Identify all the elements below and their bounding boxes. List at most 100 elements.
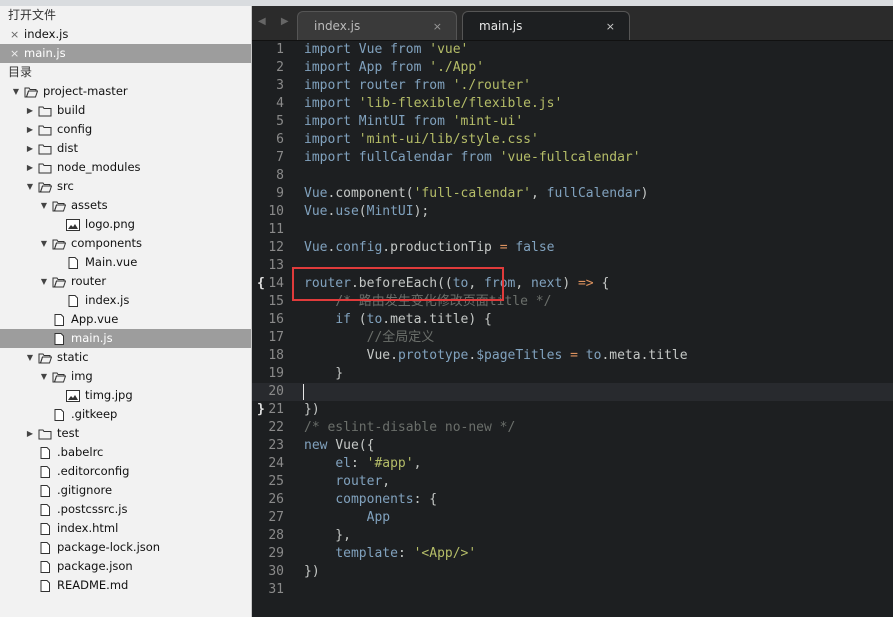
code-line[interactable]: } 21}) xyxy=(252,401,893,419)
tree-file[interactable]: .postcssrc.js xyxy=(0,500,251,519)
tree-file[interactable]: index.html xyxy=(0,519,251,538)
code-token: prototype xyxy=(397,348,469,363)
open-file-item[interactable]: × main.js xyxy=(0,44,251,63)
tree-file[interactable]: main.js xyxy=(0,329,251,348)
tree-file[interactable]: .babelrc xyxy=(0,443,251,462)
code-line[interactable]: 20 xyxy=(252,383,893,401)
code-line[interactable]: 4 import 'lib-flexible/flexible.js' xyxy=(252,95,893,113)
expand-down-icon[interactable]: ▼ xyxy=(24,348,36,367)
code-line[interactable]: 30}) xyxy=(252,563,893,581)
tree-folder[interactable]: ▼ img xyxy=(0,367,251,386)
tree-folder[interactable]: ▼ assets xyxy=(0,196,251,215)
code-line[interactable]: 26 components: { xyxy=(252,491,893,509)
tree-folder[interactable]: ▼ static xyxy=(0,348,251,367)
code-token: => xyxy=(577,276,602,291)
expand-down-icon[interactable]: ▼ xyxy=(38,367,50,386)
tree-file[interactable]: Main.vue xyxy=(0,253,251,272)
code-line[interactable]: 7 import fullCalendar from 'vue-fullcalen… xyxy=(252,149,893,167)
expand-down-icon[interactable]: ▼ xyxy=(38,234,50,253)
code-text: router.beforeEach((to, from, next) => { xyxy=(304,275,609,293)
code-line[interactable]: 2 import App from './App' xyxy=(252,59,893,77)
tree-file[interactable]: timg.jpg xyxy=(0,386,251,405)
open-file-item[interactable]: × index.js xyxy=(0,25,251,44)
code-line[interactable]: 8 xyxy=(252,167,893,185)
folder-open-icon xyxy=(52,238,66,250)
tree-file[interactable]: index.js xyxy=(0,291,251,310)
close-icon[interactable]: × xyxy=(10,44,24,63)
code-token: = xyxy=(570,348,586,363)
code-line[interactable]: 11 xyxy=(252,221,893,239)
folder-open-icon xyxy=(52,371,66,383)
code-area[interactable]: 1 import Vue from 'vue' 2 import App from '… xyxy=(252,41,893,599)
code-token: fullCalendar xyxy=(358,150,461,165)
code-line[interactable]: 23 new Vue({ xyxy=(252,437,893,455)
code-line[interactable]: 16 if (to.meta.title) { xyxy=(252,311,893,329)
code-token: $pageTitles xyxy=(476,348,571,363)
tree-file[interactable]: package-lock.json xyxy=(0,538,251,557)
tree-file[interactable]: .editorconfig xyxy=(0,462,251,481)
tree-file[interactable]: README.md xyxy=(0,576,251,595)
code-line[interactable]: 15 /* 路由发生变化修改页面title */ xyxy=(252,293,893,311)
code-text: //全局定义 xyxy=(304,329,435,347)
code-line[interactable]: 9 Vue.component('full-calendar', fullCale… xyxy=(252,185,893,203)
tree-item-label: package.json xyxy=(57,559,133,573)
folder-icon xyxy=(38,428,52,440)
code-line[interactable]: 17 //全局定义 xyxy=(252,329,893,347)
code-line[interactable]: 6 import 'mint-ui/lib/style.css' xyxy=(252,131,893,149)
code-line[interactable]: 10 Vue.use(MintUI); xyxy=(252,203,893,221)
code-line[interactable]: 31 xyxy=(252,581,893,599)
code-line[interactable]: 13 xyxy=(252,257,893,275)
expand-down-icon[interactable]: ▼ xyxy=(10,82,22,101)
code-line[interactable]: 22 /* eslint-disable no-new */ xyxy=(252,419,893,437)
code-line[interactable]: 25 router, xyxy=(252,473,893,491)
expand-right-icon[interactable]: ▶ xyxy=(24,158,36,177)
tree-folder[interactable]: ▶ node_modules xyxy=(0,158,251,177)
code-line[interactable]: {14 router.beforeEach((to, from, next) =>… xyxy=(252,275,893,293)
expand-down-icon[interactable]: ▼ xyxy=(38,196,50,215)
expand-down-icon[interactable]: ▼ xyxy=(24,177,36,196)
tab-index-js[interactable]: index.js × xyxy=(297,11,457,40)
tab-main-js[interactable]: main.js × xyxy=(462,11,630,40)
tree-file[interactable]: App.vue xyxy=(0,310,251,329)
close-icon[interactable]: × xyxy=(10,25,24,44)
tree-file[interactable]: .gitkeep xyxy=(0,405,251,424)
file-icon xyxy=(38,541,52,554)
line-number: 14 xyxy=(268,276,284,291)
code-token: el xyxy=(335,456,351,471)
code-token: Vue xyxy=(304,240,328,255)
tree-folder[interactable]: ▶ build xyxy=(0,101,251,120)
expand-right-icon[interactable]: ▶ xyxy=(24,139,36,158)
code-line[interactable]: 28 }, xyxy=(252,527,893,545)
code-line[interactable]: 27 App xyxy=(252,509,893,527)
code-line[interactable]: 18 Vue.prototype.$pageTitles = to.meta.t… xyxy=(252,347,893,365)
expand-right-icon[interactable]: ▶ xyxy=(24,424,36,443)
tree-item-label: .editorconfig xyxy=(57,464,130,478)
tree-folder[interactable]: ▼ project-master xyxy=(0,82,251,101)
code-line[interactable]: 12 Vue.config.productionTip = false xyxy=(252,239,893,257)
tree-folder[interactable]: ▶ dist xyxy=(0,139,251,158)
code-line[interactable]: 3 import router from './router' xyxy=(252,77,893,95)
tree-folder[interactable]: ▼ components xyxy=(0,234,251,253)
tree-folder[interactable]: ▼ src xyxy=(0,177,251,196)
tab-close-icon[interactable]: × xyxy=(606,12,615,41)
expand-right-icon[interactable]: ▶ xyxy=(24,120,36,139)
expand-down-icon[interactable]: ▼ xyxy=(38,272,50,291)
code-line[interactable]: 5 import MintUI from 'mint-ui' xyxy=(252,113,893,131)
tab-nav-arrows-icon[interactable]: ◀ ▶ xyxy=(258,16,295,27)
tree-file[interactable]: package.json xyxy=(0,557,251,576)
tree-folder[interactable]: ▼ router xyxy=(0,272,251,291)
tree-folder[interactable]: ▶ config xyxy=(0,120,251,139)
code-line[interactable]: 19 } xyxy=(252,365,893,383)
tree-folder[interactable]: ▶ test xyxy=(0,424,251,443)
tab-close-icon[interactable]: × xyxy=(433,12,442,41)
tree-file[interactable]: logo.png xyxy=(0,215,251,234)
code-line[interactable]: 1 import Vue from 'vue' xyxy=(252,41,893,59)
expand-right-icon[interactable]: ▶ xyxy=(24,101,36,120)
code-line[interactable]: 29 template: '<App/>' xyxy=(252,545,893,563)
code-text: import fullCalendar from 'vue-fullcalend… xyxy=(304,149,641,167)
tree-file[interactable]: .gitignore xyxy=(0,481,251,500)
code-line[interactable]: 24 el: '#app', xyxy=(252,455,893,473)
